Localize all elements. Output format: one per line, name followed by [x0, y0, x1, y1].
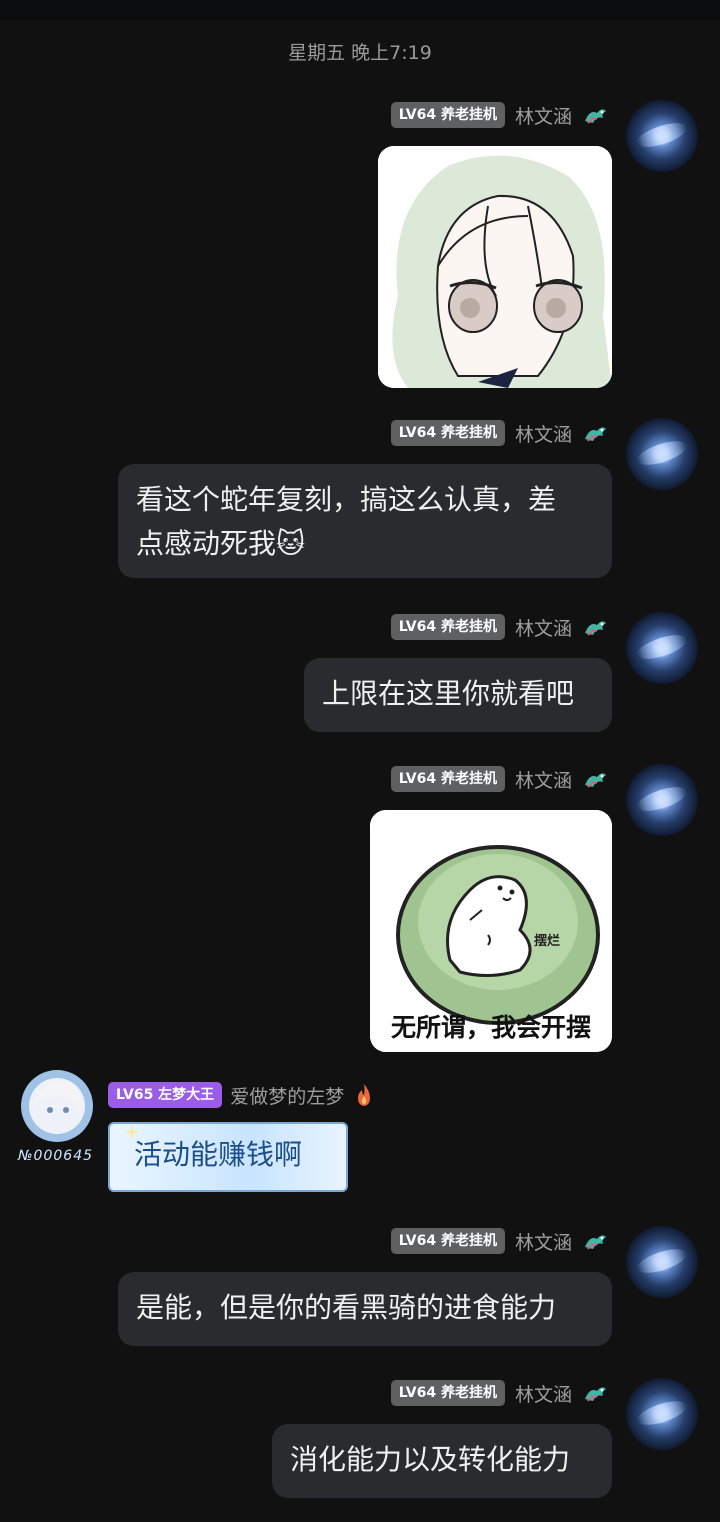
sender-name[interactable]: 林文涵 [515, 766, 572, 793]
fire-icon [358, 1084, 371, 1106]
avatar[interactable] [626, 612, 698, 684]
avatar[interactable] [626, 1378, 698, 1450]
dragon-icon [585, 773, 606, 788]
status-bar [0, 0, 720, 20]
message-text: 活动能赚钱啊 [134, 1138, 303, 1171]
message-bubble[interactable]: 活动能赚钱啊 [108, 1122, 348, 1192]
sender-name[interactable]: 爱做梦的左梦 [230, 1082, 344, 1109]
level-badge: LV64 养老挂机 [390, 1380, 505, 1406]
message-text: 是能，但是你的看黑骑的进食能力 [136, 1291, 557, 1324]
message-bubble[interactable]: 上限在这里你就看吧 [304, 658, 612, 732]
avatar[interactable] [626, 1226, 698, 1298]
sender-name[interactable]: 林文涵 [515, 420, 572, 447]
sender-meta: LV64 养老挂机 林文涵 [390, 418, 608, 448]
dragon-icon [585, 109, 606, 124]
sticker-image[interactable] [378, 146, 612, 388]
sender-name[interactable]: 林文涵 [515, 1380, 572, 1407]
dragon-icon [585, 1387, 606, 1402]
level-badge: LV64 养老挂机 [390, 420, 505, 446]
message-bubble[interactable]: 消化能力以及转化能力 [272, 1424, 612, 1498]
anime-girl-sticker [378, 146, 612, 388]
level-badge: LV64 养老挂机 [390, 614, 505, 640]
avatar-frame-icon [21, 1070, 93, 1142]
sender-meta: LV64 养老挂机 林文涵 [390, 1378, 608, 1408]
message-text: 上限在这里你就看吧 [322, 677, 575, 710]
message-bubble[interactable]: 是能，但是你的看黑骑的进食能力 [118, 1272, 612, 1346]
sender-meta: LV64 养老挂机 林文涵 [390, 612, 608, 642]
message-text: 消化能力以及转化能力 [290, 1443, 571, 1476]
sticker-image[interactable]: 摆烂 无所谓，我会开摆 [370, 810, 612, 1052]
sender-meta: LV64 养老挂机 林文涵 [390, 764, 608, 794]
level-badge: LV64 养老挂机 [390, 1228, 505, 1254]
sparkle-icon [124, 1124, 140, 1140]
avatar[interactable] [626, 418, 698, 490]
message-bubble[interactable]: 看这个蛇年复刻，搞这么认真，差 点感动死我🐱 [118, 464, 612, 578]
avatar[interactable]: №000645 [14, 1066, 100, 1164]
sender-name[interactable]: 林文涵 [515, 102, 572, 129]
sender-meta: LV64 养老挂机 林文涵 [390, 100, 608, 130]
sender-meta: LV65 左梦大王 爱做梦的左梦 [108, 1080, 376, 1110]
cat-emoji-icon: 🐱 [276, 527, 306, 560]
level-badge: LV65 左梦大王 [108, 1082, 223, 1108]
chat-timestamp: 星期五 晚上7:19 [288, 42, 432, 64]
level-badge: LV64 养老挂机 [390, 766, 505, 792]
avatar[interactable] [626, 764, 698, 836]
sender-name[interactable]: 林文涵 [515, 1228, 572, 1255]
message-text-line: 点感动死我🐱 [136, 522, 594, 566]
message-text: 点感动死我 [136, 527, 277, 560]
sticker-label: 摆烂 [534, 934, 561, 949]
avatar-number: №000645 [18, 1148, 94, 1164]
level-badge: LV64 养老挂机 [390, 102, 505, 128]
message-text-line: 看这个蛇年复刻，搞这么认真，差 [136, 483, 557, 516]
sender-meta: LV64 养老挂机 林文涵 [390, 1226, 608, 1256]
dragon-icon [585, 427, 606, 442]
sticker-caption: 无所谓，我会开摆 [390, 1013, 591, 1042]
dragon-icon [585, 1235, 606, 1250]
sender-name[interactable]: 林文涵 [515, 614, 572, 641]
dragon-icon [585, 621, 606, 636]
avatar[interactable] [626, 100, 698, 172]
